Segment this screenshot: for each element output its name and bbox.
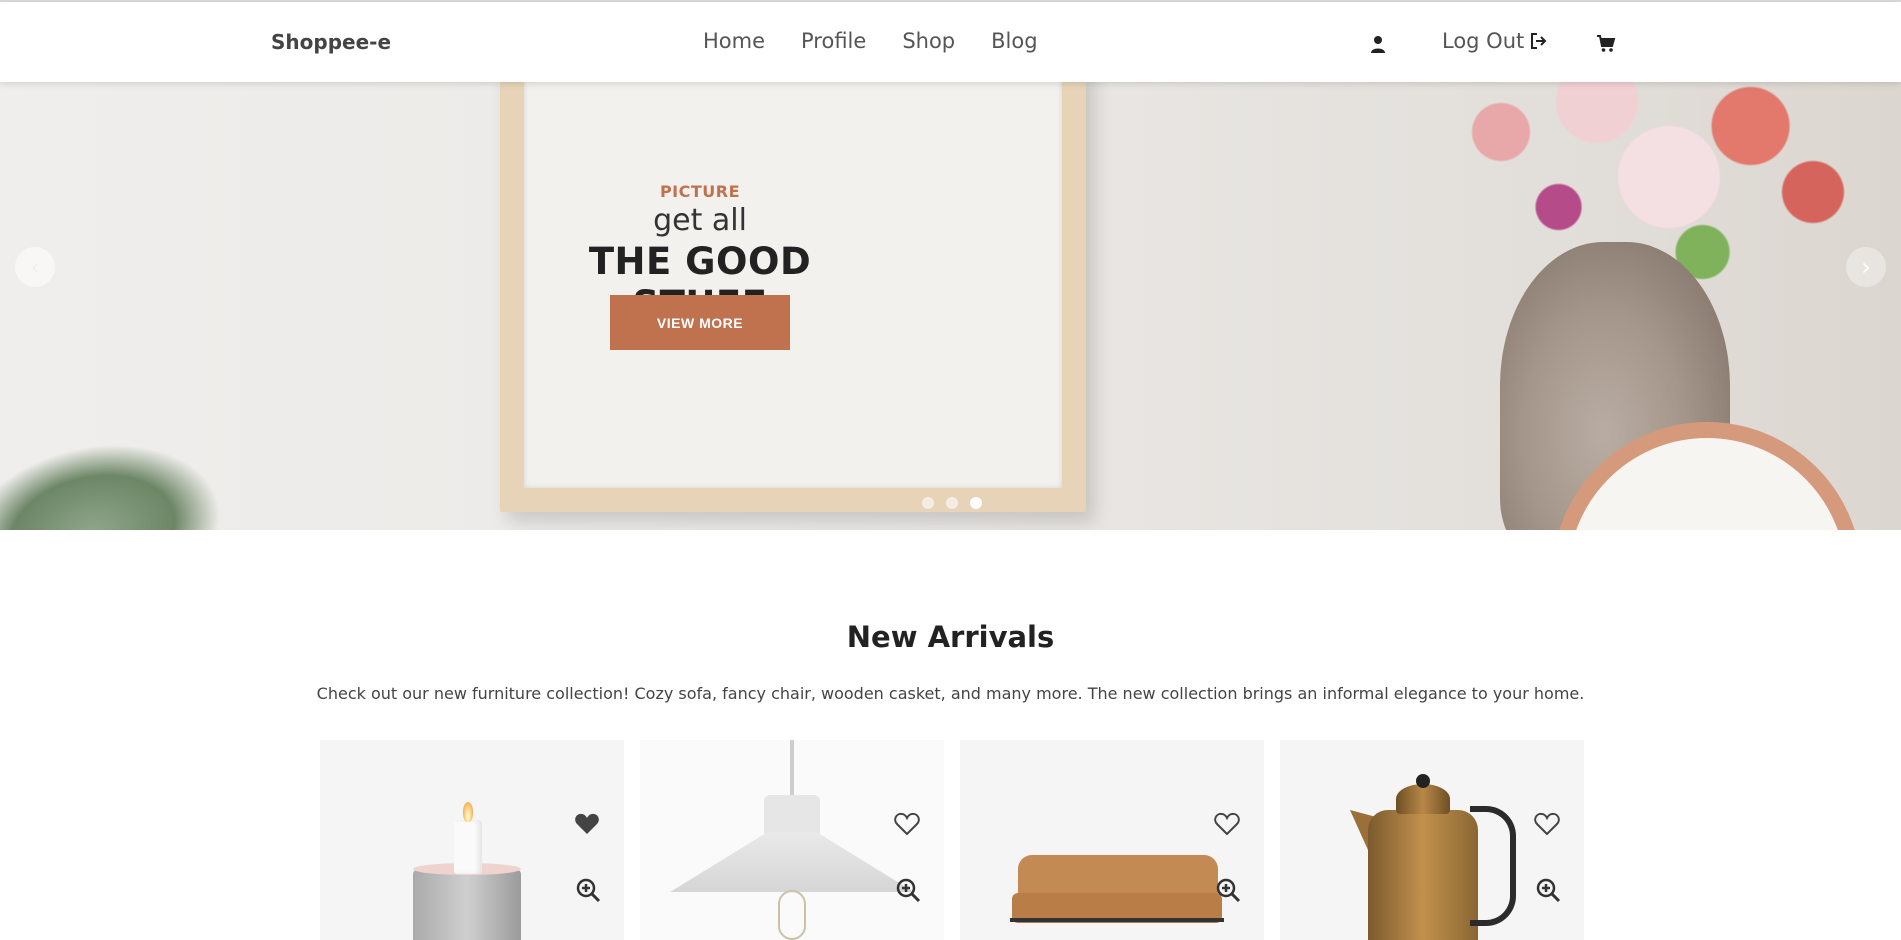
nav-profile[interactable]: Profile	[801, 29, 866, 53]
carousel-dot-3[interactable]	[970, 497, 982, 509]
hero-carousel: PICTURE get all THE GOOD STUFF VIEW MORE…	[0, 82, 1901, 530]
navbar: Shoppee-e Home Profile Shop Blog Log Out	[0, 2, 1901, 82]
user-icon[interactable]	[1370, 35, 1386, 53]
product-grid	[320, 740, 1584, 940]
heart-outline-icon[interactable]	[1534, 812, 1560, 836]
candle-image	[413, 870, 521, 940]
pot-handle	[1470, 806, 1516, 926]
product-card[interactable]	[640, 740, 944, 940]
pendant-lamp-image	[790, 740, 794, 800]
zoom-in-icon[interactable]	[1215, 877, 1241, 903]
lamp-bulb	[778, 890, 806, 940]
chevron-left-icon: ‹	[30, 253, 40, 281]
candle-body	[454, 820, 482, 874]
nav-home[interactable]: Home	[703, 29, 765, 53]
plant-decoration	[0, 421, 232, 530]
main-nav: Home Profile Shop Blog	[703, 29, 1074, 53]
pot-lid	[1396, 784, 1450, 814]
brand-logo[interactable]: Shoppee-e	[271, 30, 391, 54]
lamp-top	[764, 795, 820, 835]
lamp-shade	[670, 832, 914, 892]
heart-outline-icon[interactable]	[1214, 812, 1240, 836]
product-card[interactable]	[320, 740, 624, 940]
pot-knob	[1416, 774, 1430, 788]
carousel-dot-1[interactable]	[922, 497, 934, 509]
zoom-in-icon[interactable]	[1535, 877, 1561, 903]
carousel-dot-2[interactable]	[946, 497, 958, 509]
product-card[interactable]	[960, 740, 1264, 940]
section-description: Check out our new furniture collection! …	[316, 684, 1585, 703]
carousel-next-button[interactable]: ›	[1846, 247, 1886, 287]
hero-eyebrow: PICTURE	[659, 182, 741, 201]
heart-outline-icon[interactable]	[894, 812, 920, 836]
product-card[interactable]	[1280, 740, 1584, 940]
logout-button[interactable]: Log Out	[1442, 29, 1548, 53]
carousel-indicators	[922, 497, 982, 509]
chevron-right-icon: ›	[1861, 253, 1871, 281]
carousel-prev-button[interactable]: ‹	[15, 247, 55, 287]
logout-icon	[1531, 33, 1547, 49]
section-title: New Arrivals	[846, 620, 1055, 654]
heart-filled-icon[interactable]	[574, 812, 600, 836]
sofa-frame	[1010, 918, 1224, 922]
logout-label: Log Out	[1442, 29, 1525, 53]
nav-shop[interactable]: Shop	[902, 29, 955, 53]
view-more-button[interactable]: VIEW MORE	[610, 295, 790, 350]
zoom-in-icon[interactable]	[895, 877, 921, 903]
zoom-in-icon[interactable]	[575, 877, 601, 903]
nav-blog[interactable]: Blog	[991, 29, 1037, 53]
pot-body	[1368, 810, 1478, 940]
hero-subtitle: get all	[653, 203, 747, 238]
candle-flame	[463, 802, 473, 822]
cart-icon[interactable]	[1596, 34, 1616, 54]
